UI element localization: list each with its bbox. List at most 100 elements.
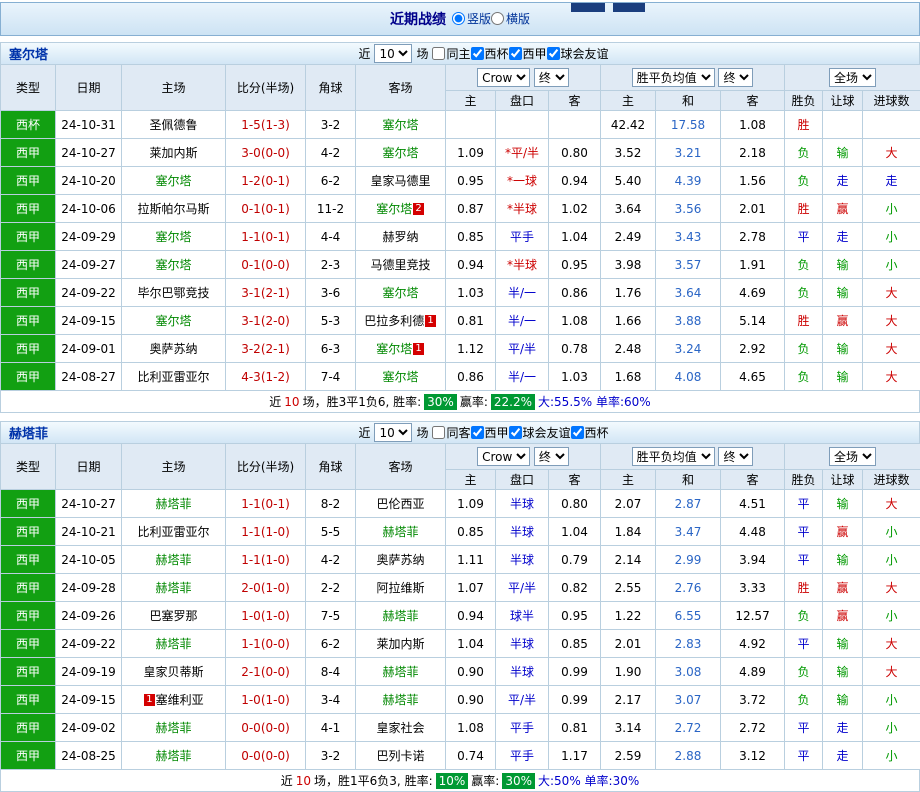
filter-option-2[interactable]: 西甲: [509, 45, 547, 62]
home-team-cell: 拉斯帕尔马斯: [122, 195, 226, 223]
odds-source-select[interactable]: Crow: [477, 447, 530, 466]
odds-away-cell: 0.95: [549, 602, 601, 630]
match-count-select[interactable]: 10: [374, 44, 412, 63]
league-cell: 西甲: [1, 574, 56, 602]
team-name: 奥萨苏纳: [376, 553, 424, 567]
filter-option-1[interactable]: 西甲: [471, 424, 509, 441]
home-team-cell: 1塞维利亚: [122, 686, 226, 714]
team-name: 莱加内斯: [376, 637, 424, 651]
goals-result-cell: 大: [863, 279, 920, 307]
result-cell: 平: [785, 714, 823, 742]
footer-near: 近: [269, 393, 281, 410]
odds-source-select[interactable]: Crow: [477, 68, 530, 87]
away-team-cell: 莱加内斯: [356, 630, 446, 658]
odds-away-cell: 0.82: [549, 574, 601, 602]
radio-input[interactable]: [491, 12, 504, 25]
odds-away-cell: 0.94: [549, 167, 601, 195]
filter-checkbox[interactable]: [547, 47, 560, 60]
red-card-badge: 1: [425, 315, 435, 327]
goals-result-cell: 小: [863, 546, 920, 574]
corner-cell: 6-3: [306, 335, 356, 363]
filter-checkbox[interactable]: [571, 426, 584, 439]
team-name: 赫塔菲: [382, 609, 418, 623]
match-row: 西甲24-10-21比利亚雷亚尔1-1(1-0)5-5赫塔菲0.85半球1.04…: [1, 518, 920, 546]
team-name: 皇家贝蒂斯: [143, 665, 203, 679]
result-cell: 胜: [785, 111, 823, 139]
avg-final-select[interactable]: 终: [718, 68, 753, 87]
col-avg-home: 主: [601, 470, 656, 490]
away-team-cell: 塞尔塔: [356, 363, 446, 391]
avg-final-select[interactable]: 终: [718, 447, 753, 466]
col-handicap: 盘口: [496, 91, 549, 111]
team-name: 塞尔塔: [155, 230, 191, 244]
corner-cell: 7-4: [306, 363, 356, 391]
avg-draw-cell: 2.72: [656, 714, 721, 742]
team-name: 塞尔塔: [376, 202, 412, 216]
home-team-cell: 毕尔巴鄂竞技: [122, 279, 226, 307]
match-row: 西甲24-09-151塞维利亚1-0(1-0)3-4赫塔菲0.90平/半0.99…: [1, 686, 920, 714]
avg-home-cell: 2.01: [601, 630, 656, 658]
col-date: 日期: [56, 444, 122, 490]
match-count-select[interactable]: 10: [374, 423, 412, 442]
filter-checkbox[interactable]: [509, 426, 522, 439]
scope-select[interactable]: 全场: [829, 68, 876, 87]
handicap-cell: 半球: [496, 490, 549, 518]
radio-input[interactable]: [452, 12, 465, 25]
avg-draw-cell: 3.07: [656, 686, 721, 714]
avg-draw-cell: 2.87: [656, 490, 721, 518]
team-name: 毕尔巴鄂竞技: [137, 286, 209, 300]
avg-source-select[interactable]: 胜平负均值: [632, 68, 715, 87]
away-team-cell: 塞尔塔2: [356, 195, 446, 223]
odds-final-select[interactable]: 终: [534, 447, 569, 466]
col-home: 主场: [122, 444, 226, 490]
filter-checkbox[interactable]: [509, 47, 522, 60]
filter-option-0[interactable]: 同主: [432, 45, 470, 62]
odds-final-select[interactable]: 终: [534, 68, 569, 87]
odds-home-cell: 0.95: [446, 167, 496, 195]
cutoff-button[interactable]: [571, 3, 605, 12]
away-team-cell: 巴列卡诺: [356, 742, 446, 770]
cutoff-button[interactable]: [613, 3, 645, 12]
filter-option-0[interactable]: 同客: [432, 424, 470, 441]
filter-checkbox[interactable]: [432, 47, 445, 60]
goals-result-cell: 大: [863, 335, 920, 363]
goals-result-cell: 大: [863, 490, 920, 518]
col-let: 让球: [823, 91, 863, 111]
filter-checkbox[interactable]: [471, 426, 484, 439]
odds-away-cell: 0.80: [549, 139, 601, 167]
team-name: 塞维利亚: [156, 693, 204, 707]
match-row: 西甲24-10-27莱加内斯3-0(0-0)4-2塞尔塔1.09*平/半0.80…: [1, 139, 920, 167]
result-cell: 平: [785, 546, 823, 574]
odds-home-cell: 0.86: [446, 363, 496, 391]
handicap-result-cell: 输: [823, 251, 863, 279]
avg-source-select[interactable]: 胜平负均值: [632, 447, 715, 466]
filter-checkbox[interactable]: [471, 47, 484, 60]
filter-option-1[interactable]: 西杯: [471, 45, 509, 62]
date-cell: 24-09-15: [56, 686, 122, 714]
avg-away-cell: 3.33: [721, 574, 785, 602]
col-goals: 进球数: [863, 91, 920, 111]
layout-radio-1[interactable]: 横版: [491, 10, 530, 27]
date-cell: 24-09-15: [56, 307, 122, 335]
odds-home-cell: 0.90: [446, 686, 496, 714]
corner-cell: 4-2: [306, 546, 356, 574]
handicap-cell: [496, 111, 549, 139]
date-cell: 24-09-28: [56, 574, 122, 602]
avg-header-group: 胜平负均值 终: [601, 444, 785, 470]
avg-draw-cell: 3.88: [656, 307, 721, 335]
result-cell: 平: [785, 490, 823, 518]
filter-option-3[interactable]: 西杯: [571, 424, 609, 441]
odds-home-cell: 0.85: [446, 223, 496, 251]
match-row: 西甲24-09-29塞尔塔1-1(0-1)4-4赫罗纳0.85平手1.042.4…: [1, 223, 920, 251]
avg-home-cell: 1.68: [601, 363, 656, 391]
avg-draw-cell: 3.43: [656, 223, 721, 251]
filter-option-2[interactable]: 球会友谊: [509, 424, 571, 441]
layout-radio-0[interactable]: 竖版: [452, 10, 491, 27]
filter-checkbox[interactable]: [432, 426, 445, 439]
odds-home-cell: 1.08: [446, 714, 496, 742]
league-cell: 西甲: [1, 742, 56, 770]
scope-select[interactable]: 全场: [829, 447, 876, 466]
result-cell: 平: [785, 742, 823, 770]
filter-option-3[interactable]: 球会友谊: [547, 45, 609, 62]
goals-result-cell: 大: [863, 658, 920, 686]
